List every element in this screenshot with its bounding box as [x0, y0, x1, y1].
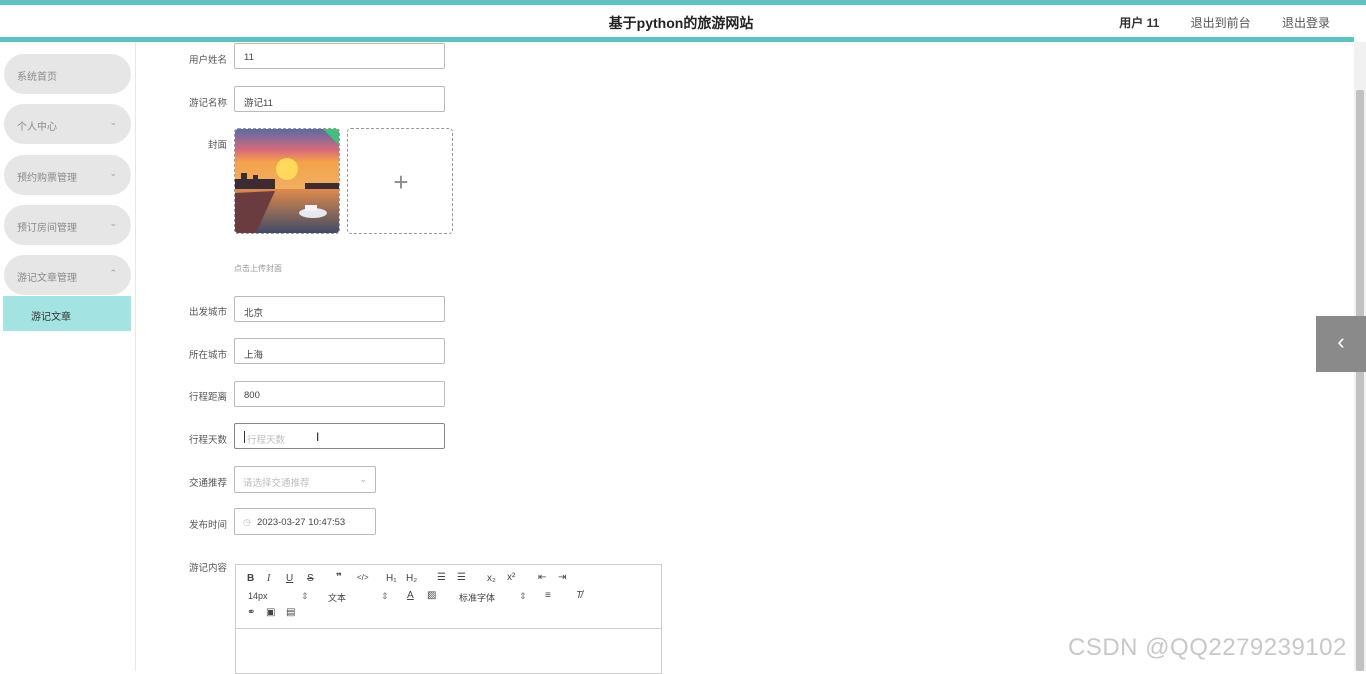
font-family-select[interactable]: 标准字体: [459, 591, 495, 604]
chevron-down-icon: ⌄: [109, 218, 117, 228]
sidebar-subitem-articles[interactable]: 游记文章: [3, 296, 131, 331]
depart-city-label: 出发城市: [188, 307, 227, 318]
blockquote-icon[interactable]: ❞: [336, 572, 342, 583]
chevron-down-icon: ⌄: [359, 474, 367, 484]
text-select-cursor-icon: I: [316, 430, 320, 444]
heading1-icon[interactable]: H₁: [386, 573, 397, 584]
side-panel-toggle[interactable]: ‹: [1316, 316, 1366, 372]
username-field[interactable]: 11: [234, 43, 445, 69]
heading2-icon[interactable]: H₂: [406, 573, 417, 584]
text-style-select[interactable]: 文本: [328, 591, 346, 604]
days-label: 行程天数: [188, 435, 227, 446]
sidebar-subitem-label: 游记文章: [31, 312, 71, 323]
upload-tip: 点击上传封面: [234, 264, 282, 273]
sunset-river-photo: [235, 129, 339, 233]
depart-city-value: 北京: [244, 308, 264, 319]
underline-icon[interactable]: U: [286, 573, 293, 584]
rich-text-editor[interactable]: B I U S ❞ </> H₁ H₂ ☰ ☰ x₂ x² ⇤ ⇥ 14px ⇕…: [235, 564, 662, 674]
chevron-down-icon: ⌄: [109, 117, 117, 127]
font-family-arrows-icon: ⇕: [519, 591, 527, 601]
days-field[interactable]: 行程天数: [234, 423, 445, 449]
outdent-icon[interactable]: ⇤: [538, 572, 546, 583]
ordered-list-icon[interactable]: ☰: [437, 572, 446, 583]
sidebar-item-label: 预约购票管理: [17, 173, 77, 184]
font-size-arrows-icon: ⇕: [301, 591, 309, 601]
username-label: 用户姓名: [188, 55, 227, 66]
cover-image[interactable]: [234, 128, 340, 234]
back-to-front-link[interactable]: 退出到前台: [1191, 16, 1251, 30]
publish-time-label: 发布时间: [188, 520, 227, 531]
link-icon[interactable]: ⚭: [247, 607, 255, 618]
text-cursor: [244, 431, 245, 443]
title-field[interactable]: 游记11: [234, 86, 445, 112]
plus-icon: +: [393, 167, 409, 197]
publish-time-value: 2023-03-27 10:47:53: [257, 517, 346, 528]
sidebar-item-personal[interactable]: 个人中心 ⌄: [4, 104, 131, 144]
chevron-left-icon: ‹: [1337, 329, 1345, 354]
sidebar-item-label: 个人中心: [17, 122, 57, 133]
clear-format-icon[interactable]: T̸: [576, 590, 582, 601]
subscript-icon[interactable]: x₂: [487, 573, 496, 584]
code-block-icon[interactable]: </>: [357, 573, 369, 582]
depart-city-field[interactable]: 北京: [234, 296, 445, 322]
text-style-arrows-icon: ⇕: [381, 591, 389, 601]
transport-label: 交通推荐: [188, 478, 227, 489]
distance-field[interactable]: 800: [234, 381, 445, 407]
header-divider: [0, 37, 1354, 42]
video-icon[interactable]: ▤: [286, 607, 295, 618]
header: 基于python的旅游网站 用户 11 退出到前台 退出登录: [0, 5, 1354, 37]
sidebar-item-rooms[interactable]: 预订房间管理 ⌄: [4, 205, 131, 245]
sidebar-item-label: 系统首页: [17, 72, 57, 83]
transport-placeholder: 请选择交通推荐: [243, 478, 310, 489]
image-icon[interactable]: ▣: [266, 607, 275, 618]
content-label: 游记内容: [188, 563, 227, 574]
font-size-select[interactable]: 14px: [248, 591, 268, 601]
days-placeholder: 行程天数: [247, 435, 286, 446]
strike-icon[interactable]: S: [307, 573, 314, 584]
sidebar-item-articles[interactable]: 游记文章管理 ⌃: [4, 255, 131, 295]
distance-value: 800: [244, 390, 260, 401]
publish-time-picker[interactable]: ◷ 2023-03-27 10:47:53: [234, 508, 376, 535]
chevron-down-icon: ⌄: [109, 168, 117, 178]
italic-icon[interactable]: I: [267, 573, 270, 584]
align-icon[interactable]: ≡: [545, 590, 551, 601]
editor-toolbar: B I U S ❞ </> H₁ H₂ ☰ ☰ x₂ x² ⇤ ⇥ 14px ⇕…: [236, 565, 661, 629]
sidebar-item-label: 预订房间管理: [17, 223, 77, 234]
sidebar-item-tickets[interactable]: 预约购票管理 ⌄: [4, 155, 131, 195]
located-city-field[interactable]: 上海: [234, 338, 445, 364]
username-value: 11: [244, 52, 254, 63]
font-color-icon[interactable]: A: [407, 590, 414, 601]
title-value: 游记11: [244, 98, 273, 109]
located-city-label: 所在城市: [188, 350, 227, 361]
title-label: 游记名称: [188, 98, 227, 109]
background-color-icon[interactable]: ▨: [427, 590, 436, 601]
bold-icon[interactable]: B: [247, 573, 254, 584]
bullet-list-icon[interactable]: ☰: [457, 572, 466, 583]
upload-cover-button[interactable]: +: [347, 128, 453, 234]
clock-icon: ◷: [243, 517, 251, 527]
chevron-up-icon: ⌃: [109, 268, 117, 278]
current-user: 用户 11: [1119, 16, 1160, 30]
scrollbar-thumb[interactable]: [1356, 90, 1364, 671]
logout-link[interactable]: 退出登录: [1282, 16, 1330, 30]
cover-label: 封面: [207, 140, 227, 151]
sidebar-item-label: 游记文章管理: [17, 273, 77, 284]
distance-label: 行程距离: [188, 392, 227, 403]
sidebar-item-home[interactable]: 系统首页: [4, 54, 131, 94]
watermark: CSDN @QQ2279239102: [1068, 634, 1347, 661]
transport-select[interactable]: 请选择交通推荐 ⌄: [234, 466, 376, 493]
indent-icon[interactable]: ⇥: [558, 572, 566, 583]
located-city-value: 上海: [244, 350, 264, 361]
superscript-icon[interactable]: x²: [507, 572, 515, 583]
header-links: 用户 11 退出到前台 退出登录: [1091, 14, 1330, 31]
